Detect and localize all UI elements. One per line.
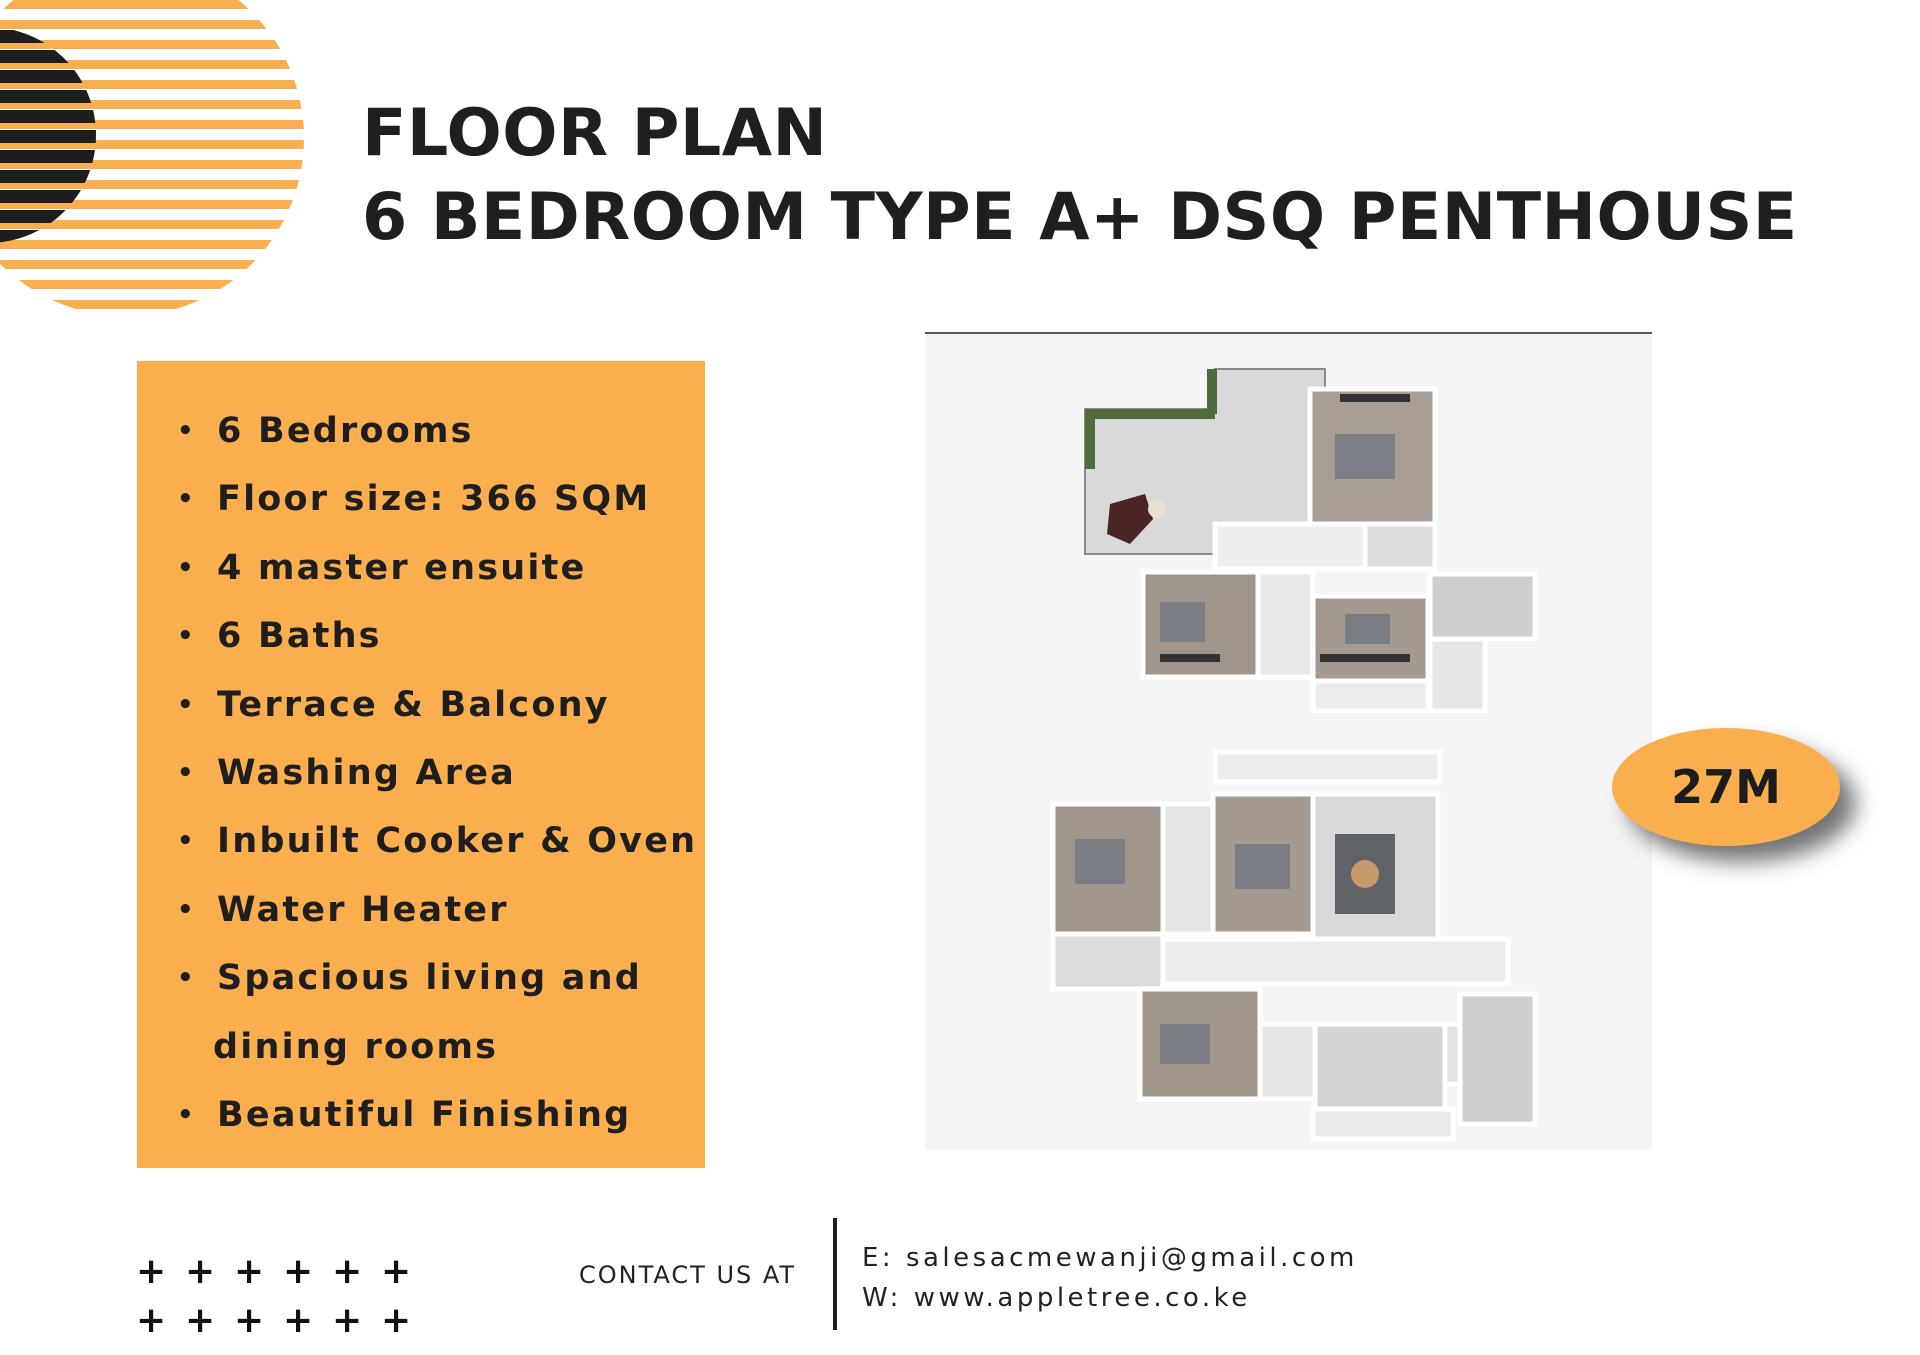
floor-plan-image	[925, 332, 1652, 1150]
plus-icon: +	[136, 1251, 167, 1292]
stripe	[0, 260, 304, 269]
feature-item: • Water Heater	[175, 876, 705, 944]
contact-details: E: salesacmewanji@gmail.com W: www.apple…	[862, 1238, 1358, 1318]
bullet-icon: •	[177, 963, 194, 994]
plus-icon: +	[234, 1251, 265, 1292]
plus-icon: +	[185, 1300, 216, 1341]
feature-item: • 6 Baths	[175, 602, 705, 670]
bullet-icon: •	[177, 689, 194, 720]
bullet-icon: •	[177, 416, 194, 446]
plus-icon: +	[283, 1251, 314, 1292]
features-panel: • 6 Bedrooms • Floor size: 366 SQM • 4 mast…	[137, 361, 705, 1168]
contact-label: CONTACT US AT	[579, 1261, 797, 1289]
plus-icon: +	[136, 1300, 167, 1341]
title-line-floor-plan: FLOOR PLAN	[362, 96, 828, 171]
lower-floor-plan	[1050, 749, 1538, 1142]
plus-icon: +	[234, 1300, 265, 1341]
bullet-icon: •	[177, 1100, 194, 1131]
features-list: • 6 Bedrooms • Floor size: 366 SQM • 4 mast…	[175, 397, 705, 1149]
feature-item: • Washing Area	[175, 739, 705, 807]
feature-item: • Terrace & Balcony	[175, 671, 705, 739]
bullet-icon: •	[177, 894, 194, 925]
plus-icon: +	[332, 1300, 363, 1341]
bullet-icon: •	[177, 826, 194, 857]
stripe	[0, 300, 304, 309]
price-badge: 27M	[1612, 728, 1840, 846]
plus-pattern-decoration: + + + + + + + + + + + +	[136, 1252, 416, 1341]
feature-item-continuation: dining rooms	[213, 1026, 499, 1067]
plus-icon: +	[332, 1251, 363, 1292]
bullet-icon: •	[177, 621, 194, 652]
plus-icon: +	[381, 1251, 412, 1292]
stripe	[0, 0, 304, 9]
feature-item: • Inbuilt Cooker & Oven	[175, 807, 705, 875]
plus-icon: +	[185, 1251, 216, 1292]
stripe	[0, 20, 304, 29]
stripe	[0, 240, 304, 249]
title-line-unit-type: 6 BEDROOM TYPE A+ DSQ PENTHOUSE	[362, 180, 1798, 255]
stripe	[0, 40, 304, 49]
plus-icon: +	[381, 1300, 412, 1341]
contact-email[interactable]: E: salesacmewanji@gmail.com	[862, 1238, 1358, 1278]
feature-item: • 4 master ensuite	[175, 534, 705, 602]
stripe	[0, 280, 304, 289]
feature-item: • 6 Bedrooms	[175, 397, 705, 465]
contact-website[interactable]: W: www.appletree.co.ke	[862, 1278, 1358, 1318]
bullet-icon: •	[177, 552, 194, 583]
contact-divider	[833, 1218, 837, 1330]
feature-item: • Spacious living and	[175, 944, 705, 1012]
bullet-icon: •	[177, 484, 194, 515]
feature-item: • Beautiful Finishing	[175, 1081, 705, 1149]
floor-plan-drawing	[1050, 368, 1538, 1142]
striped-circle-decoration	[0, 0, 304, 309]
bullet-icon: •	[177, 758, 194, 789]
page-title: FLOOR PLAN 6 BEDROOM TYPE A+ DSQ PENTHOU…	[362, 92, 1798, 260]
upper-floor-plan	[1084, 368, 1538, 714]
feature-item: • Floor size: 366 SQM	[175, 465, 705, 533]
plus-icon: +	[283, 1300, 314, 1341]
